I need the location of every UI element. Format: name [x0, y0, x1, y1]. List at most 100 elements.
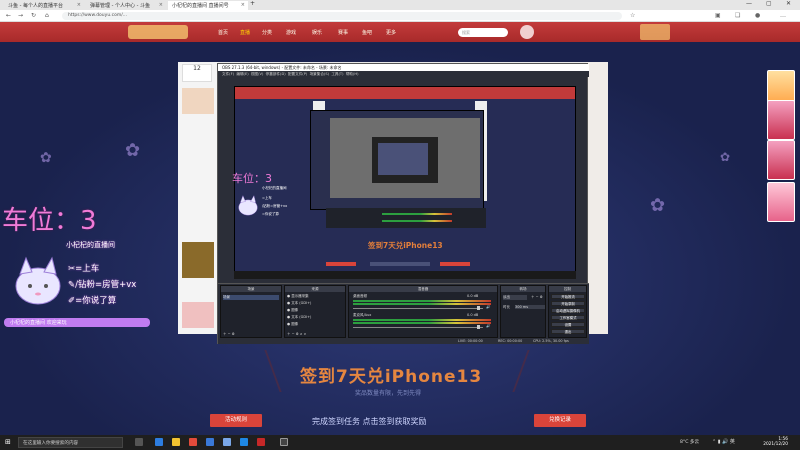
transition-select[interactable]: 淡出 — [503, 295, 527, 300]
window-close-icon[interactable]: ✕ — [786, 0, 791, 7]
nav-item[interactable]: 更多 — [386, 29, 396, 36]
add-icon[interactable]: ＋ − ⚙ — [531, 295, 543, 300]
menu-item[interactable]: 工具(T) — [331, 72, 343, 76]
tray-icons[interactable]: ⌃ ▮ 🔊 英 — [712, 438, 735, 445]
menu-item[interactable]: 停靠部件(D) — [266, 72, 286, 76]
speaker-icon[interactable]: 🔊 — [486, 324, 490, 328]
star-icon[interactable]: ☆ — [630, 12, 635, 19]
menu-item[interactable]: 编辑(E) — [236, 72, 248, 76]
app-icon[interactable] — [223, 438, 231, 446]
source-item[interactable]: ● 文本 (GDI+) — [287, 301, 311, 306]
back-icon[interactable]: ← — [6, 12, 11, 19]
forward-icon[interactable]: → — [18, 12, 23, 19]
browser-tab[interactable]: 斗鱼 - 每个人的直播平台 × — [4, 1, 84, 10]
site-logo[interactable] — [128, 25, 188, 39]
tab-label: 小杞杞的直播间 直播间号 — [172, 3, 229, 9]
volume-slider[interactable] — [353, 327, 483, 328]
cat-avatar-icon — [238, 195, 258, 216]
browser-tab-active[interactable]: 小杞杞的直播间 直播间号 × — [168, 1, 248, 10]
cat-paw-icon: ✿ — [125, 140, 141, 161]
exit-button[interactable]: 退出 — [551, 329, 585, 334]
address-bar: ← → ↻ ⌂ https://www.douyu.com/... ☆ ▣ ❏ … — [0, 10, 800, 22]
overlay-room-name: 小杞杞的直播间 — [66, 241, 115, 249]
nav-item[interactable]: 分类 — [262, 29, 272, 36]
nav-item[interactable]: 娱乐 — [312, 29, 322, 36]
start-recording-button[interactable]: 开始录制 — [551, 301, 585, 306]
audio-meter — [353, 303, 491, 305]
settings-button[interactable]: 设置 — [551, 322, 585, 327]
promo-card[interactable] — [767, 182, 795, 222]
thumbnail — [182, 302, 214, 328]
extension-icon[interactable]: ▣ — [715, 12, 721, 19]
volume-knob[interactable] — [477, 306, 480, 310]
eye-icon: ● — [287, 322, 291, 326]
nav-item[interactable]: 赛事 — [338, 29, 348, 36]
obs-statusbar: LIVE: 00:00:00 REC: 00:00:00 CPU: 2.5%, … — [218, 338, 589, 344]
menu-icon[interactable]: … — [780, 12, 786, 19]
windows-start-icon[interactable]: ⊞ — [5, 438, 11, 446]
collections-icon[interactable]: ❏ — [735, 12, 740, 19]
scene-item[interactable]: 场景 — [223, 295, 279, 300]
file-explorer-icon[interactable] — [172, 438, 180, 446]
site-header: 首页 直播 分类 游戏 娱乐 赛事 鱼吧 更多 搜索 — [0, 22, 800, 42]
promo-card[interactable] — [767, 140, 795, 180]
rules-button[interactable]: 活动规则 — [210, 414, 262, 427]
source-item[interactable]: ● 图像 — [287, 308, 298, 313]
app-icon[interactable] — [240, 438, 248, 446]
menu-item[interactable]: 场景集合(S) — [310, 72, 329, 76]
speaker-icon[interactable]: 🔊 — [486, 305, 490, 309]
profile-icon[interactable]: ● — [755, 12, 760, 19]
task-view-icon[interactable] — [135, 438, 143, 446]
nav-item[interactable]: 鱼吧 — [362, 29, 372, 36]
close-icon[interactable]: × — [241, 2, 245, 8]
preview-overlay-line: =上车 — [262, 196, 272, 200]
overlay-line: ✎/钻粉=房管+vx — [68, 280, 137, 290]
source-item[interactable]: ● 文本 (GDI+) — [287, 315, 311, 320]
volume-knob[interactable] — [477, 325, 480, 329]
volume-slider[interactable] — [353, 308, 483, 309]
browser-tab[interactable]: 弹幕管理 - 个人中心 - 斗鱼 × — [86, 1, 166, 10]
system-clock[interactable]: 1:56 2021/12/20 — [763, 437, 788, 447]
close-icon[interactable]: × — [77, 2, 81, 8]
menu-item[interactable]: 视图(V) — [251, 72, 263, 76]
avatar[interactable] — [520, 25, 534, 39]
menu-item[interactable]: 帮助(H) — [346, 72, 359, 76]
app-icon[interactable] — [257, 438, 265, 446]
nav-item[interactable]: 游戏 — [286, 29, 296, 36]
reload-icon[interactable]: ↻ — [31, 12, 36, 19]
records-button[interactable]: 兑换记录 — [534, 414, 586, 427]
close-icon[interactable]: × — [159, 2, 163, 8]
preview-button — [326, 262, 356, 266]
store-icon[interactable] — [206, 438, 214, 446]
duration-input[interactable]: 300 ms — [515, 305, 545, 309]
preview-button — [440, 262, 470, 266]
date-card: 12 — [182, 64, 212, 82]
live-status: LIVE: 00:00:00 — [458, 339, 483, 343]
add-icon[interactable]: ＋ − ⚙ ∧ ∨ — [287, 332, 306, 337]
promo-card[interactable] — [767, 100, 795, 140]
virtual-camera-button[interactable]: 启动虚拟摄像机 — [551, 308, 585, 313]
obs-app-icon[interactable] — [280, 438, 288, 446]
site-search-input[interactable]: 搜索 — [458, 28, 508, 37]
home-icon[interactable]: ⌂ — [45, 12, 49, 19]
preview-overlay-title: 车位：3 — [232, 172, 272, 185]
new-tab-icon[interactable]: + — [250, 0, 255, 7]
menu-item[interactable]: 文件(F) — [222, 72, 234, 76]
url-field[interactable]: https://www.douyu.com/... — [62, 12, 622, 20]
taskbar-search-input[interactable]: 在这里输入你要搜索的内容 — [18, 437, 123, 448]
maximize-icon[interactable]: ▢ — [766, 0, 772, 7]
start-streaming-button[interactable]: 开始推流 — [551, 294, 585, 299]
studio-mode-button[interactable]: 工作室模式 — [551, 315, 585, 320]
menu-item[interactable]: 配置文件(P) — [288, 72, 307, 76]
source-item[interactable]: ● 图像 — [287, 322, 298, 327]
promo-badge[interactable] — [640, 24, 670, 40]
douyu-app-icon[interactable] — [189, 438, 197, 446]
nav-item[interactable]: 直播 — [240, 29, 250, 36]
minimize-icon[interactable]: — — [746, 0, 752, 7]
add-icon[interactable]: ＋ − ⚙ — [223, 332, 235, 337]
weather-status[interactable]: 8°C 多云 — [680, 439, 699, 445]
track-label: 麦克风/Aux — [353, 313, 372, 317]
edge-icon[interactable] — [155, 438, 163, 446]
nav-item[interactable]: 首页 — [218, 29, 228, 36]
source-item[interactable]: ● 显示器采集 — [287, 294, 309, 299]
